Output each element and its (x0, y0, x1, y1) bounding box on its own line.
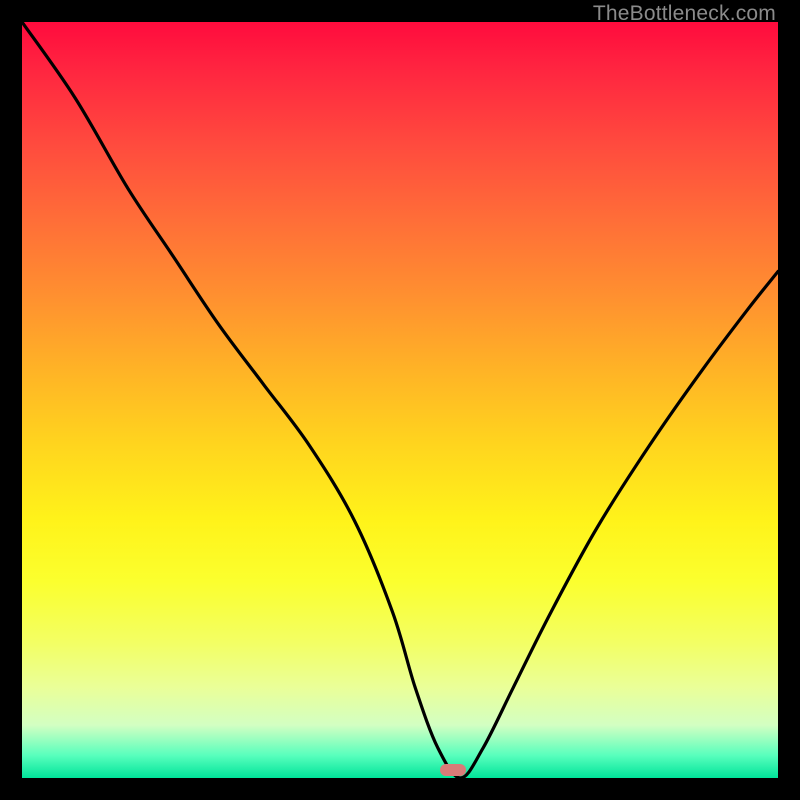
plot-area (22, 22, 778, 778)
bottleneck-curve (22, 22, 778, 778)
chart-frame: TheBottleneck.com (0, 0, 800, 800)
curve-path (22, 22, 778, 778)
minimum-marker (440, 764, 466, 776)
